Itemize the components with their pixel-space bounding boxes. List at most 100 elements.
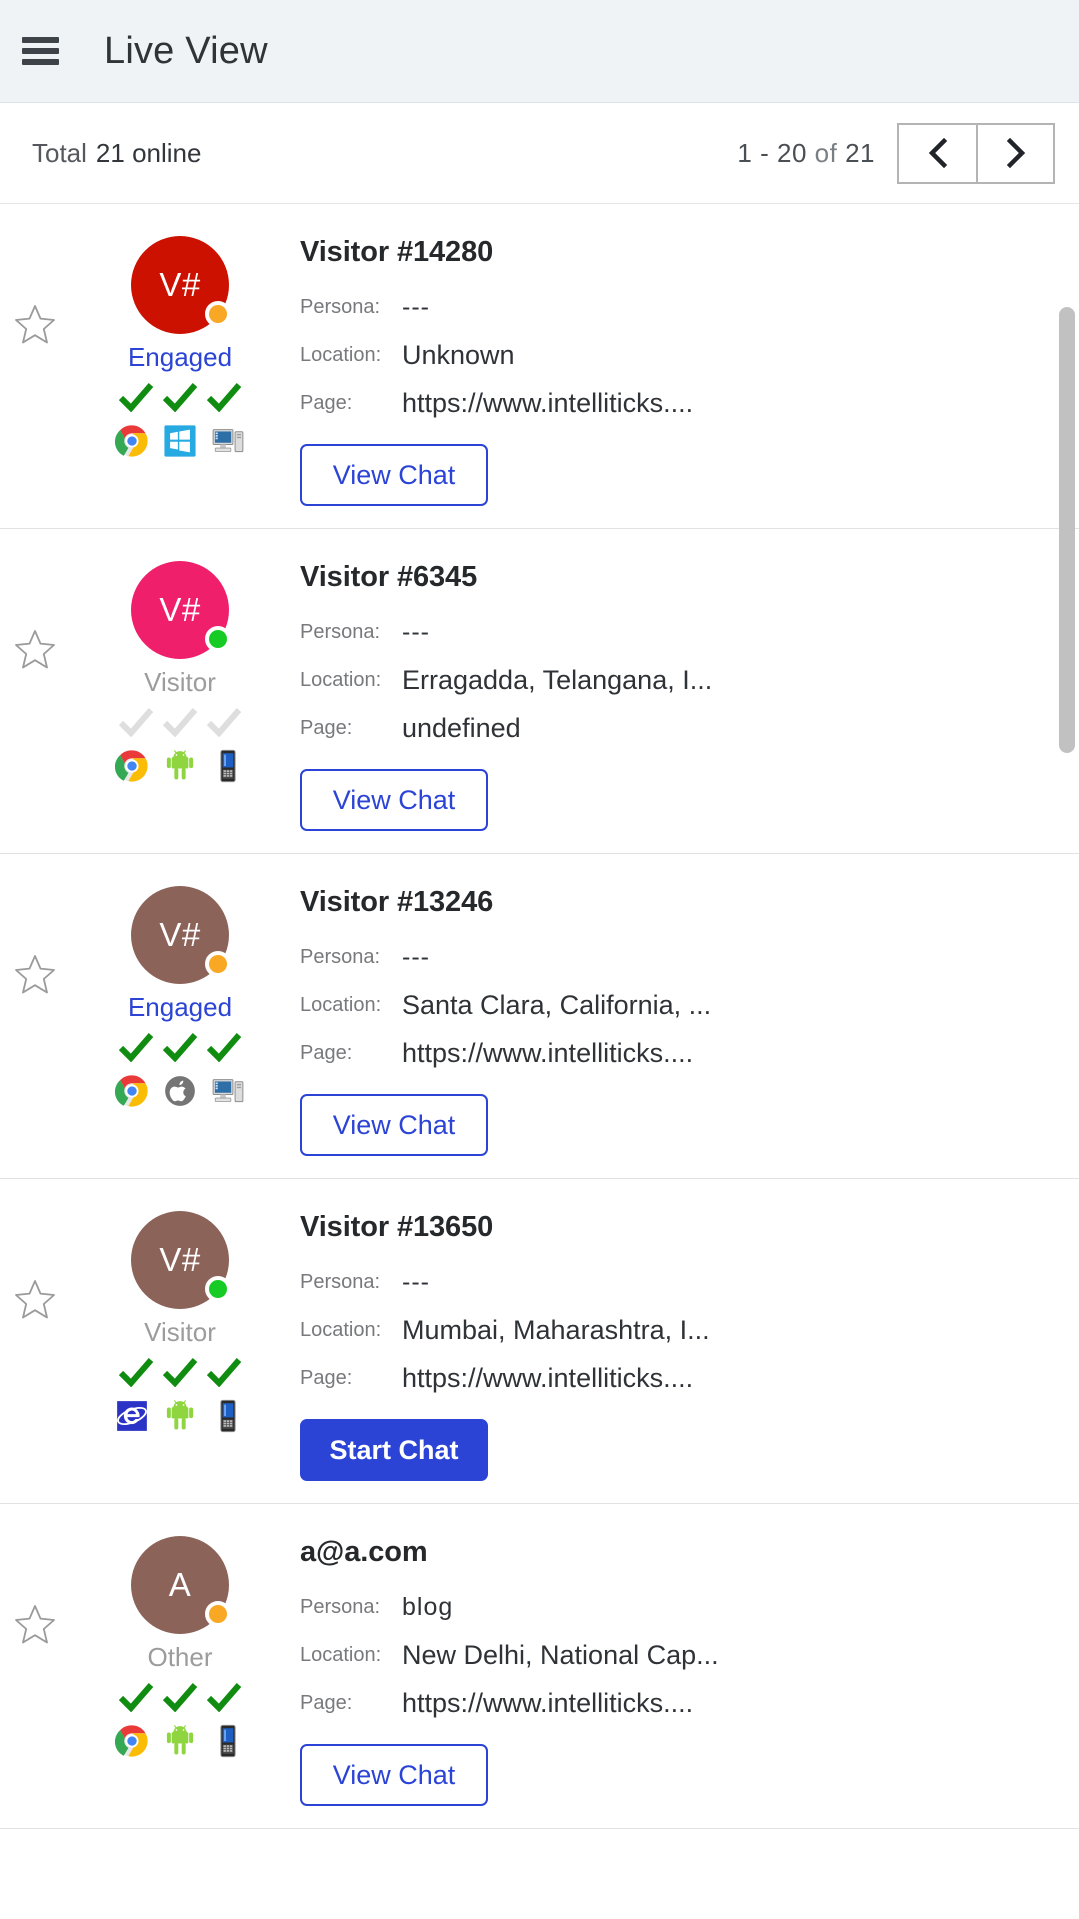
chat-action-button[interactable]: View Chat <box>300 1094 488 1156</box>
location-value: Santa Clara, California, ... <box>402 989 712 1020</box>
avatar-wrapper: V# <box>131 1211 231 1309</box>
check-mark-icon <box>206 382 242 412</box>
check-mark-icon <box>118 382 154 412</box>
page-range: 1 - 20 of 21 <box>737 138 875 169</box>
page-range-of: of <box>814 137 838 168</box>
location-value: Unknown <box>402 339 515 370</box>
page-range-current: 1 - 20 <box>737 137 807 168</box>
visitor-card-right: Visitor #13650 Persona: --- Location: Mumbai… <box>300 1197 1079 1481</box>
previous-page-button[interactable] <box>899 124 976 182</box>
check-mark-icon <box>162 1682 198 1712</box>
windows-icon <box>164 425 196 457</box>
avatar-wrapper: V# <box>131 886 231 984</box>
visitor-card[interactable]: A Other a@a.com Persona: blog Location: New De… <box>0 1504 1079 1829</box>
persona-value: --- <box>402 1267 430 1296</box>
favorite-star-icon[interactable] <box>14 954 56 994</box>
favorite-star-button[interactable] <box>14 236 60 506</box>
android-icon <box>166 749 194 780</box>
engagement-checkmarks <box>118 707 242 737</box>
visitor-name: Visitor #6345 <box>300 561 478 593</box>
persona-row: Persona: --- <box>300 283 1059 331</box>
favorite-star-button[interactable] <box>14 1536 60 1806</box>
engagement-checkmarks <box>118 382 242 412</box>
page-value: https://www.intelliticks.... <box>402 1037 694 1068</box>
android-icon <box>166 1399 194 1430</box>
visitor-card[interactable]: V# Visitor Visitor #13650 Persona: --- Locati… <box>0 1179 1079 1504</box>
scrollbar-thumb[interactable] <box>1059 306 1075 753</box>
visitor-state-label: Engaged <box>127 342 233 372</box>
location-row: Location: Unknown <box>300 331 1059 379</box>
favorite-star-icon[interactable] <box>14 1279 56 1319</box>
chrome-icon <box>115 1724 148 1757</box>
visitor-avatar-block: V# Visitor <box>60 1211 300 1481</box>
next-page-button[interactable] <box>976 124 1053 182</box>
favorite-star-button[interactable] <box>14 561 60 831</box>
page-row: Page: undefined <box>300 704 1059 752</box>
chat-action-button[interactable]: View Chat <box>300 1744 488 1806</box>
page-range-total: 21 <box>845 137 875 168</box>
chat-action-button[interactable]: Start Chat <box>300 1419 488 1481</box>
hamburger-menu-icon[interactable] <box>22 35 62 67</box>
list-scrollbar[interactable] <box>1059 204 1075 1919</box>
persona-row: Persona: --- <box>300 608 1059 656</box>
visitor-state-label: Other <box>147 1642 213 1672</box>
persona-row: Persona: blog <box>300 1583 1059 1631</box>
visitor-card-left: V# Engaged <box>0 222 300 506</box>
persona-value: blog <box>402 1592 454 1621</box>
chat-action-button[interactable]: View Chat <box>300 444 488 506</box>
favorite-star-icon[interactable] <box>14 629 56 669</box>
persona-value: --- <box>402 292 430 321</box>
favorite-star-button[interactable] <box>14 886 60 1156</box>
page-label: Page: <box>300 716 353 739</box>
persona-label: Persona: <box>300 1595 381 1618</box>
persona-label: Persona: <box>300 1270 381 1293</box>
check-mark-icon <box>206 1357 242 1387</box>
mobile-icon <box>220 749 236 782</box>
favorite-star-icon[interactable] <box>14 1604 56 1644</box>
visitor-card-right: Visitor #6345 Persona: --- Location: Erragad… <box>300 547 1079 831</box>
page-row: Page: https://www.intelliticks.... <box>300 1029 1059 1077</box>
chrome-icon <box>115 424 148 457</box>
visitor-card[interactable]: V# Visitor Visitor #6345 Persona: --- Locatio… <box>0 529 1079 854</box>
persona-label: Persona: <box>300 620 381 643</box>
page-value: undefined <box>402 712 521 743</box>
persona-row: Persona: --- <box>300 933 1059 981</box>
visitor-card-left: V# Visitor <box>0 547 300 831</box>
location-value: New Delhi, National Cap... <box>402 1639 719 1670</box>
mobile-icon <box>220 1399 236 1432</box>
location-row: Location: Erragadda, Telangana, I... <box>300 656 1059 704</box>
avatar-wrapper: V# <box>131 236 231 334</box>
visitor-avatar-block: A Other <box>60 1536 300 1806</box>
hamburger-bar <box>22 48 59 54</box>
chevron-left-icon <box>928 138 947 168</box>
pager-buttons <box>897 122 1055 184</box>
visitor-card-left: V# Engaged <box>0 872 300 1156</box>
engagement-checkmarks <box>118 1682 242 1712</box>
chrome-icon <box>115 749 148 782</box>
status-indicator-dot <box>205 301 231 327</box>
check-mark-icon <box>162 1032 198 1062</box>
engagement-checkmarks <box>118 1357 242 1387</box>
page-label: Page: <box>300 391 353 414</box>
page-row: Page: https://www.intelliticks.... <box>300 379 1059 427</box>
location-value: Mumbai, Maharashtra, I... <box>402 1314 710 1345</box>
check-mark-icon <box>118 1357 154 1387</box>
visitor-name: Visitor #13246 <box>300 886 494 918</box>
visitor-card[interactable]: V# Engaged Visitor #14280 Persona: --- Locati… <box>0 204 1079 529</box>
visitor-name: Visitor #14280 <box>300 236 494 268</box>
visitor-avatar-block: V# Engaged <box>60 236 300 506</box>
avatar-wrapper: V# <box>131 561 231 659</box>
visitor-card[interactable]: V# Engaged Visitor #13246 Persona: --- Locati… <box>0 854 1079 1179</box>
page-row: Page: https://www.intelliticks.... <box>300 1354 1059 1402</box>
visitor-card-left: V# Visitor <box>0 1197 300 1481</box>
chat-action-button[interactable]: View Chat <box>300 769 488 831</box>
location-row: Location: Mumbai, Maharashtra, I... <box>300 1306 1059 1354</box>
total-value: 21 online <box>95 137 202 168</box>
favorite-star-button[interactable] <box>14 1211 60 1481</box>
page-title: Live View <box>104 29 268 72</box>
avatar-wrapper: A <box>131 1536 231 1634</box>
visitor-tech-icons <box>115 1074 245 1108</box>
persona-row: Persona: --- <box>300 1258 1059 1306</box>
favorite-star-icon[interactable] <box>14 304 56 344</box>
page-value: https://www.intelliticks.... <box>402 387 694 418</box>
